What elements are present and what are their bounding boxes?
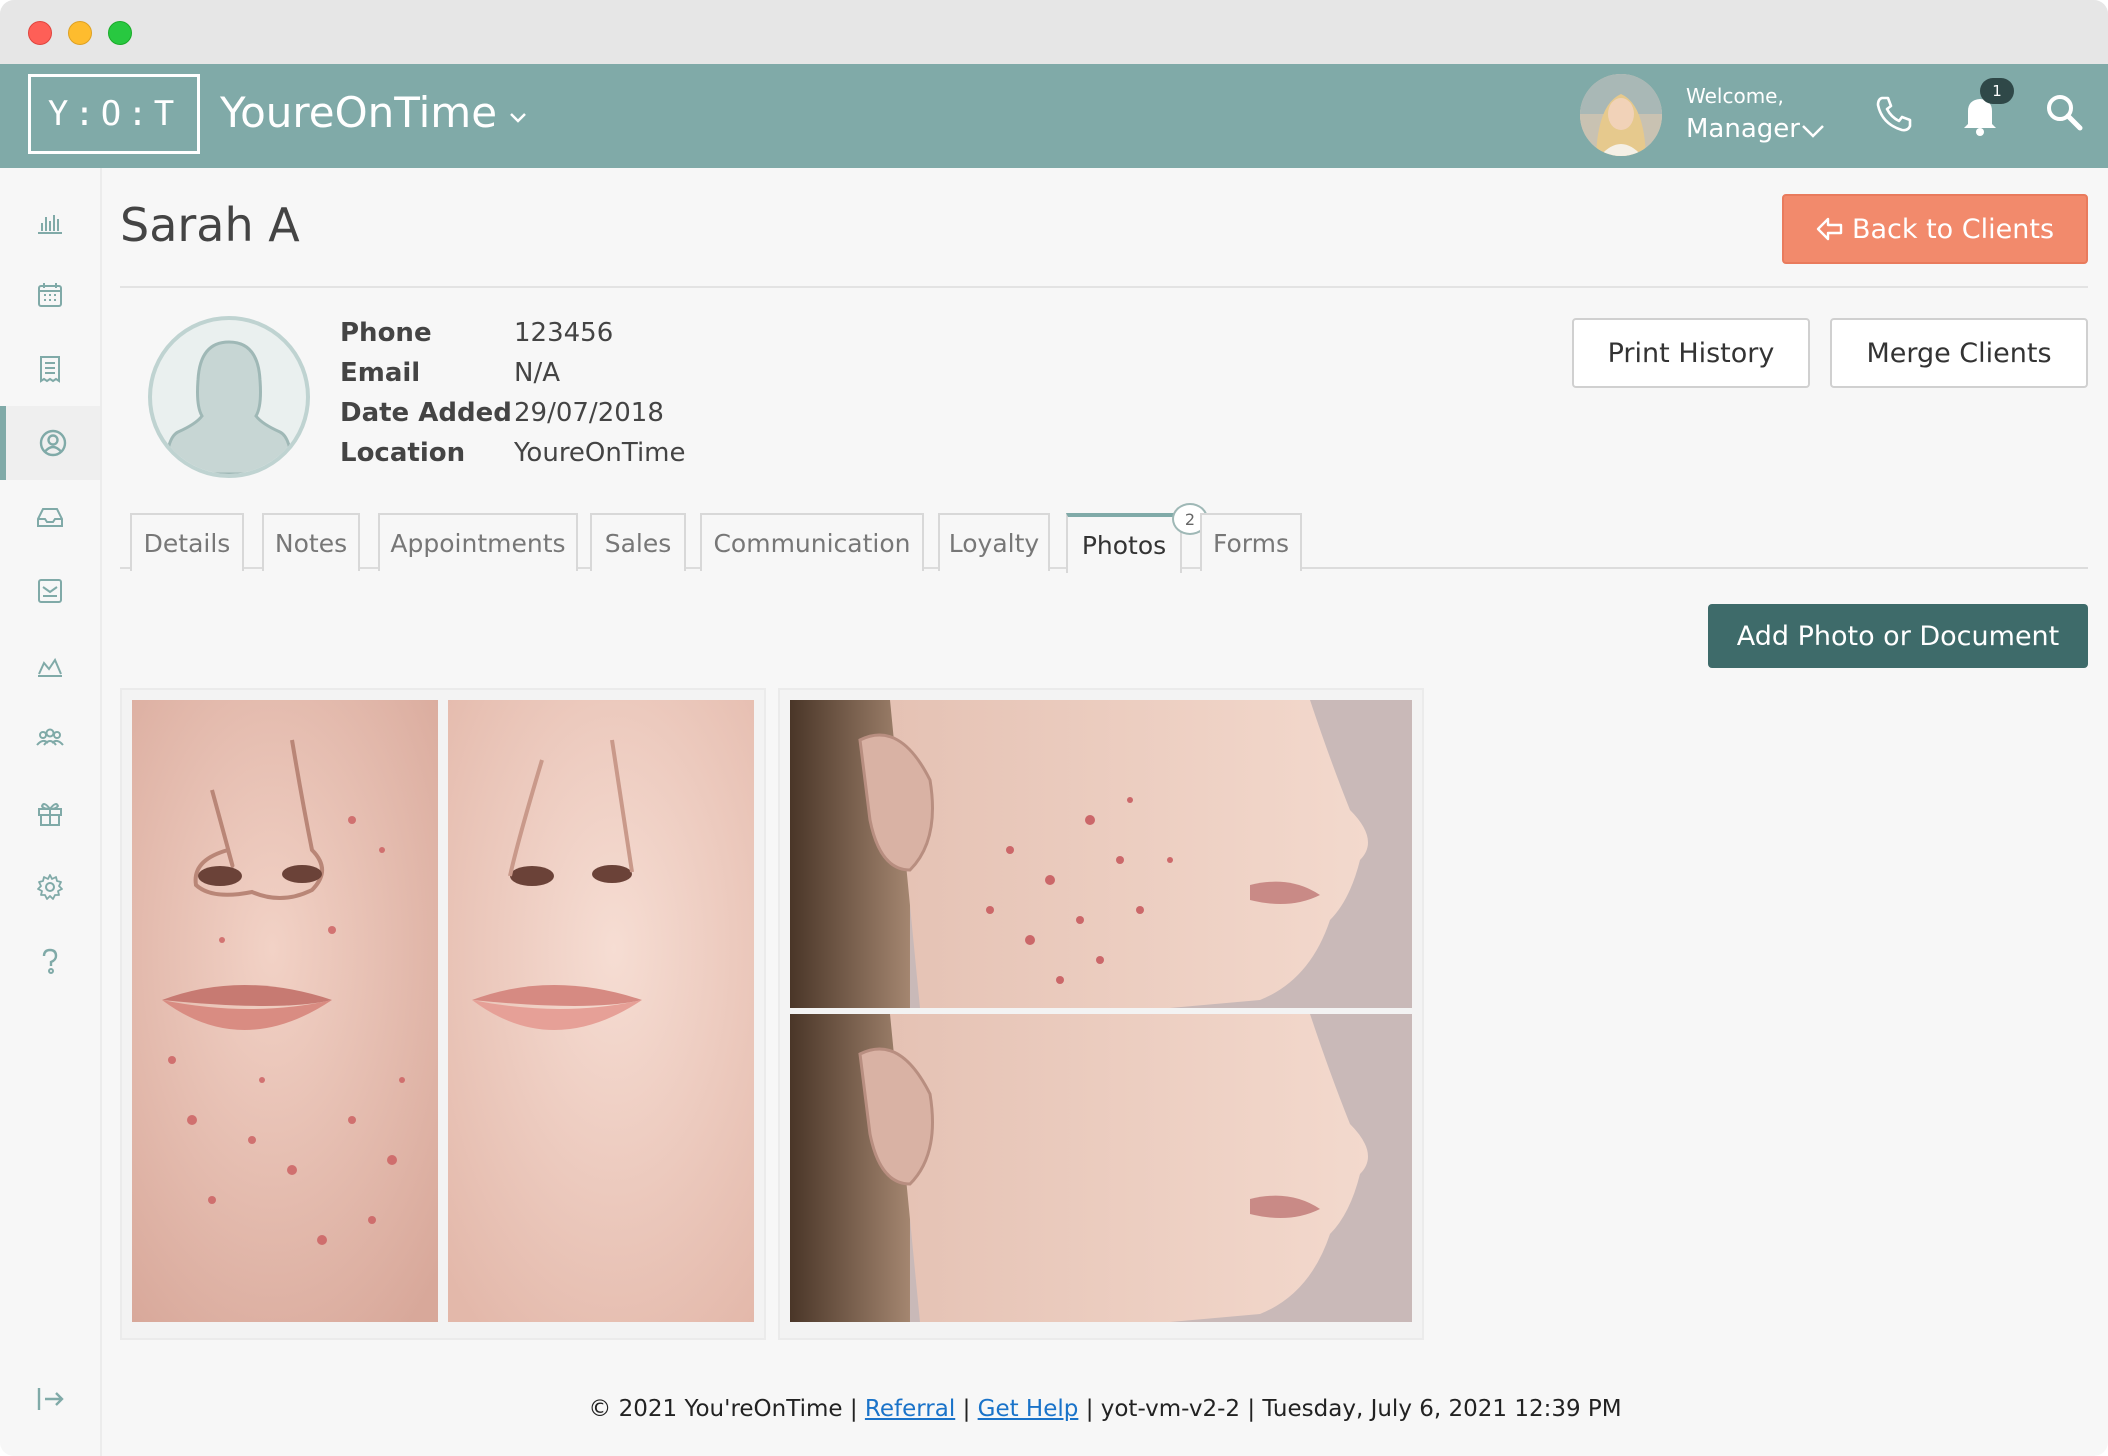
email-label: Email xyxy=(340,358,421,388)
close-window-button[interactable] xyxy=(28,21,52,45)
tab-details[interactable]: Details xyxy=(130,513,244,571)
maximize-window-button[interactable] xyxy=(108,21,132,45)
tab-appointments[interactable]: Appointments xyxy=(378,513,578,571)
tab-photos[interactable]: Photos xyxy=(1066,513,1182,573)
sidebar-item-inbox[interactable] xyxy=(0,480,100,554)
header-divider xyxy=(120,286,2088,288)
tab-communication[interactable]: Communication xyxy=(700,513,924,571)
logout-icon[interactable] xyxy=(34,1382,68,1416)
sidebar-item-loyalty[interactable] xyxy=(0,776,100,850)
main-content: Sarah A Back to Clients Phone 123456 Ema… xyxy=(102,168,2108,1456)
email-value: N/A xyxy=(514,358,560,388)
chevron-down-icon[interactable] xyxy=(1800,120,1826,142)
phone-label: Phone xyxy=(340,318,432,348)
receipt-icon xyxy=(40,356,60,383)
merge-clients-button[interactable]: Merge Clients xyxy=(1830,318,2088,388)
brand-name[interactable]: YoureOnTime xyxy=(220,88,497,137)
add-photo-button[interactable]: Add Photo or Document xyxy=(1708,604,2088,668)
minimize-window-button[interactable] xyxy=(68,21,92,45)
gift-icon xyxy=(38,803,62,826)
footer-copyright: © 2021 You'reOnTime | xyxy=(588,1396,858,1422)
sidebar-nav xyxy=(0,168,102,1456)
sidebar-item-reports[interactable] xyxy=(0,628,100,702)
footer: © 2021 You'reOnTime | Referral | Get Hel… xyxy=(102,1396,2108,1422)
user-role[interactable]: Manager xyxy=(1686,114,1800,144)
phone-value: 123456 xyxy=(514,318,614,348)
date-added-label: Date Added xyxy=(340,398,512,428)
client-avatar[interactable] xyxy=(148,316,310,478)
user-avatar[interactable] xyxy=(1580,74,1662,156)
user-circle-icon xyxy=(39,429,67,457)
area-chart-icon xyxy=(38,657,62,677)
arrow-left-icon xyxy=(1816,217,1843,241)
referral-link[interactable]: Referral xyxy=(865,1396,955,1422)
top-header: Y:O:T YoureOnTime Welcome, Manager 1 xyxy=(0,64,2108,168)
page-title: Sarah A xyxy=(120,198,300,252)
tab-forms[interactable]: Forms xyxy=(1200,513,1302,571)
tab-sales[interactable]: Sales xyxy=(590,513,686,571)
help-icon xyxy=(42,948,58,974)
notification-badge: 1 xyxy=(1980,78,2014,104)
sidebar-item-messages[interactable] xyxy=(0,554,100,628)
inbox-icon xyxy=(37,508,63,527)
gear-icon xyxy=(37,874,63,900)
location-value: YoureOnTime xyxy=(514,438,686,468)
yot-logo[interactable]: Y:O:T xyxy=(28,74,200,154)
sidebar-item-sales[interactable] xyxy=(0,332,100,406)
print-history-button[interactable]: Print History xyxy=(1572,318,1810,388)
photo-card-before-after-front[interactable] xyxy=(120,688,766,1340)
users-icon xyxy=(36,728,64,746)
photo-card-before-after-profile[interactable] xyxy=(778,688,1424,1340)
welcome-text: Welcome, xyxy=(1686,84,1784,108)
get-help-link[interactable]: Get Help xyxy=(978,1396,1079,1422)
client-tabs: Details Notes Appointments Sales Communi… xyxy=(120,503,2088,573)
back-to-clients-button[interactable]: Back to Clients xyxy=(1782,194,2088,264)
bar-chart-icon xyxy=(38,215,62,234)
location-label: Location xyxy=(340,438,466,468)
mail-icon xyxy=(38,579,62,603)
sidebar-item-clients[interactable] xyxy=(0,406,100,480)
app-window: Y:O:T YoureOnTime Welcome, Manager 1 Sar… xyxy=(0,0,2108,1456)
date-added-value: 29/07/2018 xyxy=(514,398,664,428)
back-to-clients-label: Back to Clients xyxy=(1851,213,2055,245)
tab-notes[interactable]: Notes xyxy=(262,513,360,571)
window-titlebar xyxy=(0,0,2108,64)
sidebar-item-help[interactable] xyxy=(0,924,100,998)
phone-icon[interactable] xyxy=(1872,92,1916,136)
tab-loyalty[interactable]: Loyalty xyxy=(938,513,1050,571)
footer-details: | yot-vm-v2-2 | Tuesday, July 6, 2021 12… xyxy=(1085,1396,1622,1422)
sidebar-item-calendar[interactable] xyxy=(0,258,100,332)
caret-down-icon[interactable] xyxy=(508,108,528,128)
footer-separator: | xyxy=(962,1396,971,1422)
search-icon[interactable] xyxy=(2044,92,2084,132)
sidebar-item-dashboard[interactable] xyxy=(0,184,100,258)
calendar-icon xyxy=(38,283,62,307)
photo-before-after-profile[interactable] xyxy=(790,700,1412,1322)
photo-before-after-front[interactable] xyxy=(132,700,754,1322)
sidebar-item-settings[interactable] xyxy=(0,850,100,924)
sidebar-item-staff[interactable] xyxy=(0,702,100,776)
